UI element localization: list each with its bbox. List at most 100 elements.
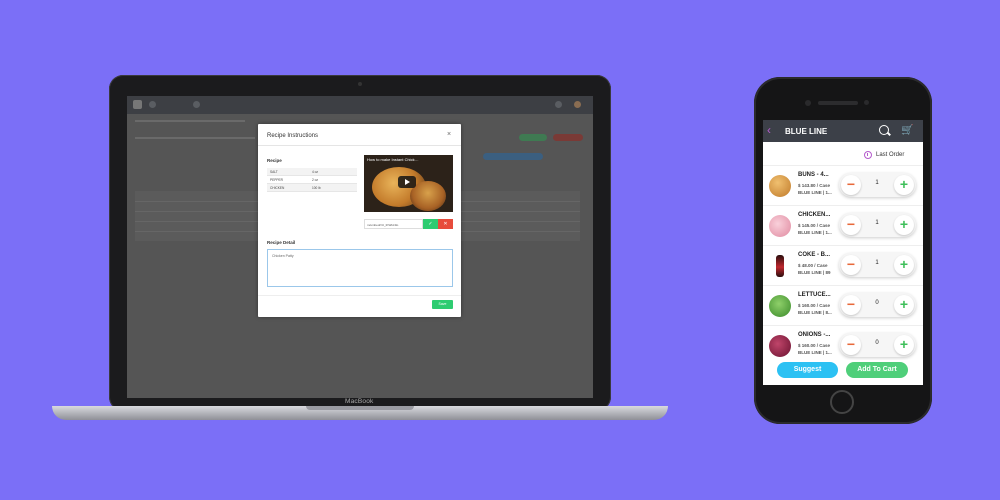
recipe-detail-label: Recipe Detail xyxy=(267,240,296,245)
app-top-bar xyxy=(127,96,593,114)
table-row: PEPPER 2 oz xyxy=(267,176,357,184)
minus-button[interactable]: − xyxy=(841,335,861,355)
product-price: $ 160.00 / Case xyxy=(798,343,831,348)
quantity-value[interactable]: 1 xyxy=(867,260,887,266)
breadcrumb xyxy=(135,120,245,122)
quantity-stepper: − 1 + xyxy=(839,213,916,237)
delete-button[interactable] xyxy=(553,134,583,141)
footer-actions: Suggest Add To Cart xyxy=(763,360,923,385)
product-image xyxy=(769,175,791,197)
add-button[interactable] xyxy=(519,134,547,141)
quantity-stepper: − 1 + xyxy=(839,173,916,197)
cart-icon[interactable]: 🛒 xyxy=(901,126,913,136)
check-icon[interactable]: ✓ xyxy=(423,219,438,229)
product-name: BUNS - 4... xyxy=(798,172,829,178)
video-title: How to make Instant Chick… xyxy=(367,157,419,162)
quantity-value[interactable]: 1 xyxy=(867,220,887,226)
home-button[interactable] xyxy=(830,390,854,414)
list-item: CHICKEN... $ 145.00 / Case BLUE LINE | 1… xyxy=(763,206,923,246)
add-to-cart-button[interactable]: Add To Cart xyxy=(846,362,908,378)
tabs xyxy=(135,137,255,139)
close-icon[interactable]: × xyxy=(447,131,451,138)
product-price: $ 160.00 / Case xyxy=(798,303,831,308)
product-name: CHICKEN... xyxy=(798,212,831,218)
quantity-value[interactable]: 0 xyxy=(867,300,887,306)
product-price: $ 48.00 / Case xyxy=(798,263,828,268)
laptop-screen: Recipe Instructions × Recipe SALT 4 oz P… xyxy=(127,96,593,398)
help-icon[interactable] xyxy=(555,101,562,108)
minus-button[interactable]: − xyxy=(841,295,861,315)
history-icon xyxy=(864,151,872,159)
laptop-camera xyxy=(358,82,362,86)
product-price: $ 143.80 / Case xyxy=(798,183,831,188)
ingredient-table: SALT 4 oz PEPPER 2 oz CHICKEN 100 lb xyxy=(267,168,357,192)
product-image xyxy=(776,255,784,277)
search-icon[interactable] xyxy=(879,125,889,135)
quantity-stepper: − 1 + xyxy=(839,253,916,277)
plus-button[interactable]: + xyxy=(894,295,914,315)
divider xyxy=(258,145,461,146)
product-name: COKE - B... xyxy=(798,252,831,258)
ingredient-qty: 2 oz xyxy=(312,178,319,182)
video-url-input[interactable]: m/embed/zU_tKWkz4lo xyxy=(364,219,423,229)
product-vendor: BLUE LINE | 1... xyxy=(798,350,832,355)
product-image xyxy=(769,215,791,237)
phone-screen: ‹ BLUE LINE 🛒 Last Order BUNS - 4... $ 1… xyxy=(763,120,923,385)
product-list: BUNS - 4... $ 143.80 / Case BLUE LINE | … xyxy=(763,165,923,366)
table-row: CHICKEN 100 lb xyxy=(267,184,357,192)
recipe-instructions-button[interactable] xyxy=(483,153,543,160)
product-vendor: BLUE LINE | 1... xyxy=(798,190,832,195)
minus-button[interactable]: − xyxy=(841,215,861,235)
phone-camera xyxy=(805,100,811,106)
ingredient-name: SALT xyxy=(270,170,278,174)
product-vendor: BLUE LINE | 8... xyxy=(798,310,832,315)
product-image xyxy=(769,295,791,317)
plus-button[interactable]: + xyxy=(894,215,914,235)
product-name: LETTUCE... xyxy=(798,292,831,298)
last-order-button[interactable]: Last Order xyxy=(864,149,904,161)
recipe-instructions-modal: Recipe Instructions × Recipe SALT 4 oz P… xyxy=(258,124,461,317)
ingredient-name: PEPPER xyxy=(270,178,283,182)
avatar[interactable] xyxy=(574,101,581,108)
laptop: Recipe Instructions × Recipe SALT 4 oz P… xyxy=(109,75,611,411)
plus-button[interactable]: + xyxy=(894,255,914,275)
plus-button[interactable]: + xyxy=(894,175,914,195)
ingredient-qty: 4 oz xyxy=(312,170,319,174)
quantity-value[interactable]: 0 xyxy=(867,340,887,346)
ingredient-qty: 100 lb xyxy=(312,186,321,190)
nav-icon[interactable] xyxy=(193,101,200,108)
page-title: BLUE LINE xyxy=(785,127,828,136)
nav-icon[interactable] xyxy=(149,101,156,108)
list-item: COKE - B... $ 48.00 / Case BLUE LINE | 8… xyxy=(763,246,923,286)
recipe-detail-textarea[interactable]: Chicken Patty xyxy=(267,249,453,287)
laptop-notch xyxy=(306,406,414,410)
phone-speaker xyxy=(818,101,858,105)
video-player[interactable]: How to make Instant Chick… xyxy=(364,155,453,212)
laptop-base xyxy=(52,406,668,420)
play-icon[interactable] xyxy=(398,176,416,188)
delete-icon[interactable]: ✕ xyxy=(438,219,453,229)
list-item: LETTUCE... $ 160.00 / Case BLUE LINE | 8… xyxy=(763,286,923,326)
product-price: $ 145.00 / Case xyxy=(798,223,831,228)
product-name: ONIONS -... xyxy=(798,332,831,338)
plus-button[interactable]: + xyxy=(894,335,914,355)
save-button[interactable]: Save xyxy=(432,300,453,309)
list-item: BUNS - 4... $ 143.80 / Case BLUE LINE | … xyxy=(763,165,923,206)
recipe-label: Recipe xyxy=(267,158,282,163)
suggest-button[interactable]: Suggest xyxy=(777,362,838,378)
minus-button[interactable]: − xyxy=(841,255,861,275)
phone: ‹ BLUE LINE 🛒 Last Order BUNS - 4... $ 1… xyxy=(754,77,932,424)
back-icon[interactable]: ‹ xyxy=(767,123,771,137)
phone-sensor xyxy=(864,100,869,105)
product-vendor: BLUE LINE | 1... xyxy=(798,230,832,235)
app-header: ‹ BLUE LINE 🛒 xyxy=(763,120,923,142)
quantity-stepper: − 0 + xyxy=(839,293,916,317)
last-order-label: Last Order xyxy=(876,152,905,158)
ingredient-name: CHICKEN xyxy=(270,186,285,190)
minus-button[interactable]: − xyxy=(841,175,861,195)
laptop-brand-label: MacBook xyxy=(345,398,374,405)
product-vendor: BLUE LINE | 89 xyxy=(798,270,831,275)
divider xyxy=(258,295,461,296)
app-logo xyxy=(133,100,142,109)
quantity-value[interactable]: 1 xyxy=(867,180,887,186)
